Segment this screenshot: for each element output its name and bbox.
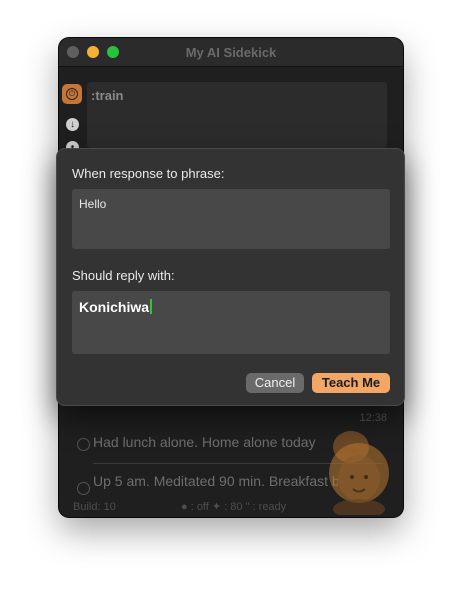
chat-message: Had lunch alone. Home alone today — [93, 434, 316, 450]
cancel-button[interactable]: Cancel — [246, 373, 304, 393]
download-icon[interactable]: ↓ — [66, 118, 79, 131]
train-dialog: When response to phrase: Hello Should re… — [56, 148, 405, 406]
teach-me-button[interactable]: Teach Me — [312, 373, 390, 393]
power-icon: ⏻ — [66, 88, 78, 100]
reply-value-wrap: Konichiwa — [79, 299, 153, 315]
phrase-value: Hello — [79, 197, 107, 211]
train-mode-button[interactable]: ⏻ — [62, 84, 82, 104]
reply-value: Konichiwa — [79, 299, 150, 315]
status-bar: Build: 10 ● : off ✦ : 80 " : ready — [59, 498, 403, 517]
title-bar: My AI Sidekick — [59, 38, 403, 67]
window-title: My AI Sidekick — [185, 45, 277, 60]
reply-label: Should reply with: — [72, 268, 175, 283]
phrase-input[interactable]: Hello — [72, 189, 390, 249]
status-indicators: ● : off ✦ : 80 " : ready — [181, 501, 287, 513]
text-cursor — [150, 299, 153, 314]
reply-input[interactable]: Konichiwa — [72, 291, 390, 354]
message-marker-icon — [77, 482, 90, 495]
phrase-label: When response to phrase: — [72, 166, 225, 181]
compose-area[interactable]: :train — [87, 82, 387, 148]
build-number: Build: 10 — [73, 501, 116, 513]
chat-message: Up 5 am. Meditated 90 min. Breakfast bow… — [93, 473, 338, 489]
compose-text: :train — [91, 88, 124, 103]
message-marker-icon — [77, 438, 90, 451]
